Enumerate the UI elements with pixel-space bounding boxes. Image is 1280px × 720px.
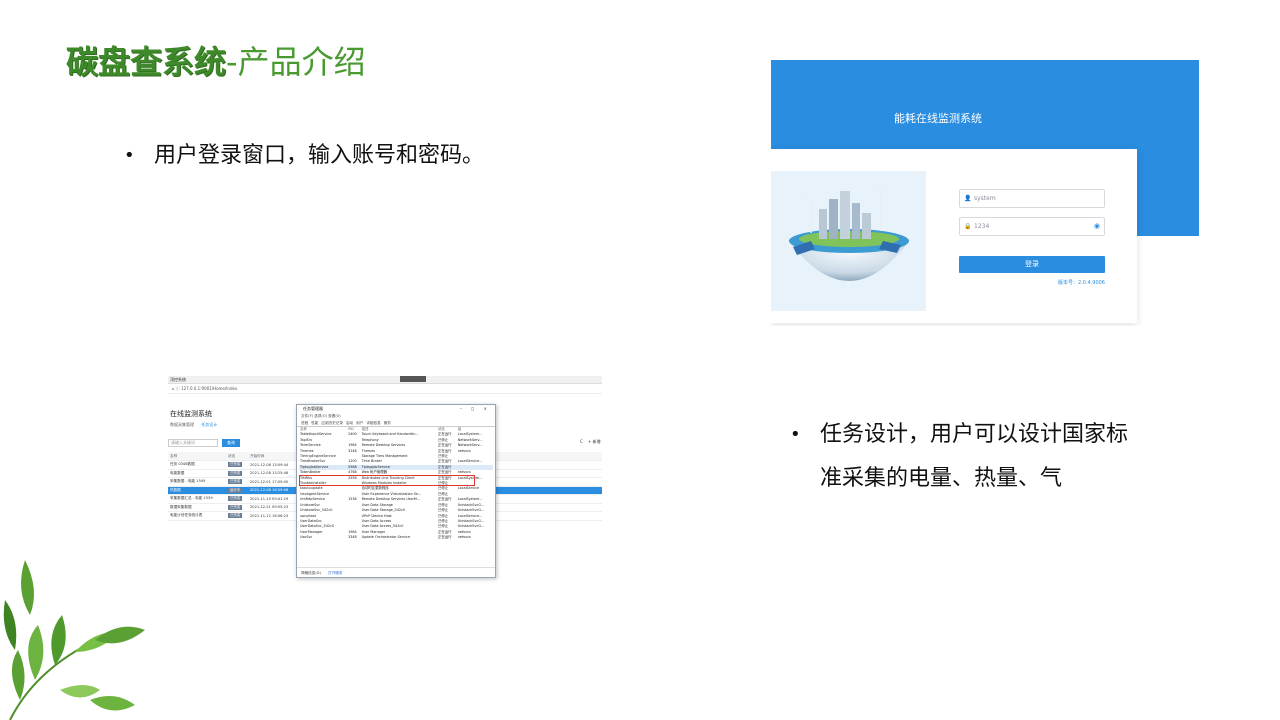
lock-icon: 🔒 <box>964 223 972 230</box>
search-input[interactable]: 请输入关键词 <box>168 439 218 447</box>
service-pid: 3348 <box>348 535 357 540</box>
page-title: 碳盘查系统-产品介绍 <box>66 40 366 84</box>
row-status: 已完成 <box>226 503 248 512</box>
status-badge: 已完成 <box>228 479 243 485</box>
tm-tab[interactable]: 性能 <box>311 421 318 425</box>
window-controls[interactable]: – ◻ × <box>460 405 491 413</box>
service-row[interactable]: UnistoreSvc_542c0 User Data Storage_542c0… <box>299 508 493 513</box>
row-status: 已完成 <box>226 469 248 478</box>
service-status: 正在运行 <box>437 535 452 540</box>
eye-icon[interactable]: ◉ <box>1094 218 1100 235</box>
row-status: 已完成 <box>226 477 248 487</box>
password-field[interactable]: 🔒 1234 ◉ <box>959 217 1105 236</box>
open-services-link[interactable]: 打开服务 <box>328 571 342 575</box>
browser-url: 127.0.0.1:9001/Home/Index <box>181 386 238 391</box>
login-system-title: 能耗在线监测系统 <box>894 112 982 125</box>
username-value: system <box>974 195 996 202</box>
bullet-login-text: 用户登录窗口，输入账号和密码。 <box>154 143 485 168</box>
bullet-task-text: 任务设计，用户可以设计国家标准采集的电量、热量、气 <box>820 422 1129 491</box>
page-title-light: -产品介绍 <box>226 43 366 81</box>
refresh-button[interactable]: C <box>580 439 583 444</box>
login-button[interactable]: 登录 <box>959 256 1105 273</box>
browser-tabbar: 顶控系统 <box>168 376 602 384</box>
tm-tab[interactable]: 启动 <box>346 421 353 425</box>
bullet-task: • 任务设计，用户可以设计国家标准采集的电量、热量、气 <box>790 413 1140 501</box>
row-status: 已完成 <box>226 494 248 504</box>
bullet-dot: • <box>790 424 801 445</box>
status-badge: 已完成 <box>228 496 243 502</box>
row-name: 任务 0346数据 <box>168 460 226 470</box>
status-badge: 已完成 <box>228 470 243 476</box>
tm-tab[interactable]: 用户 <box>356 421 363 425</box>
version-label: 版本号：2.0.4.9006 <box>1057 280 1105 286</box>
row-name: 采集数据汇总 - 电能 1539 <box>168 494 226 504</box>
tm-tab[interactable]: 应用历史记录 <box>321 421 343 425</box>
browser-tabbar-dark-block <box>400 376 426 382</box>
tm-tab[interactable]: 服务 <box>384 421 391 425</box>
login-screenshot: 能耗在线监测系统 👤 system 🔒 1234 ◉ 登录 版本号：2.0.4.… <box>771 60 1199 326</box>
bullet-login: • 用户登录窗口，输入账号和密码。 <box>124 134 485 178</box>
row-status: 运行中 <box>226 486 248 495</box>
row-name: 采集数据 - 电能 1549 <box>168 477 226 487</box>
bullet-dot: • <box>124 145 135 166</box>
add-button[interactable]: + 新增 <box>588 439 601 445</box>
row-name: 电能数据 <box>168 469 226 478</box>
col-name: 名称 <box>168 452 226 461</box>
service-row[interactable]: UsoSvc 3348 Update Orchestrator Service 正在运… <box>299 535 493 540</box>
city-globe-icon <box>771 171 926 311</box>
password-value: 1234 <box>974 223 990 230</box>
browser-urlbar[interactable]: ⌂ ⓘ 127.0.0.1:9001/Home/Index <box>168 384 602 394</box>
row-status: 已完成 <box>226 460 248 470</box>
service-row[interactable]: UserDataSvc_542c0 User Data Access_542c0 已… <box>299 524 493 529</box>
city-globe-illustration <box>771 171 926 311</box>
username-field[interactable]: 👤 system <box>959 189 1105 208</box>
subtab-collection[interactable]: 数据采集管理 <box>170 422 194 427</box>
task-manager-window: 任务管理器 – ◻ × 文件(F) 选项(O) 查看(V) 进程 性能 应用历史记录… <box>296 404 496 578</box>
service-group: netsvcs <box>457 535 471 540</box>
leaves-decoration-icon <box>3 560 145 720</box>
row-status: 已完成 <box>226 511 248 521</box>
highlight-box <box>299 475 475 486</box>
status-badge: 已完成 <box>228 504 243 510</box>
task-manager-tabs: 进程 性能 应用历史记录 启动 用户 详细信息 服务 <box>297 420 495 427</box>
fewer-details-link[interactable]: 简略信息(D) <box>301 571 321 575</box>
app-subtabs: 数据采集管理 任务设计 <box>170 422 223 428</box>
task-manager-title: 任务管理器 <box>303 406 323 411</box>
row-name: 数据采集数据 <box>168 503 226 512</box>
tm-tab[interactable]: 进程 <box>301 421 308 425</box>
user-icon: 👤 <box>964 195 972 202</box>
col-status: 状态 <box>226 452 248 461</box>
subtab-task-design[interactable]: 任务设计 <box>201 422 217 427</box>
home-icon[interactable]: ⌂ <box>172 386 175 391</box>
status-badge: 已完成 <box>228 513 243 519</box>
login-card: 👤 system 🔒 1234 ◉ 登录 版本号：2.0.4.9006 <box>771 149 1137 323</box>
page-title-strong: 碳盘查系统 <box>66 43 227 81</box>
status-badge: 运行中 <box>228 487 243 493</box>
service-name: UsoSvc <box>300 535 313 540</box>
task-manager-menu[interactable]: 文件(F) 选项(O) 查看(V) <box>297 413 495 420</box>
search-button[interactable]: 查询 <box>222 439 240 447</box>
row-name: 热数据 <box>168 486 226 495</box>
browser-tab[interactable]: 顶控系统 <box>170 377 186 383</box>
status-badge: 已完成 <box>228 462 243 468</box>
task-manager-titlebar: 任务管理器 – ◻ × <box>297 405 495 413</box>
row-name: 电能计划任务统计表 <box>168 511 226 521</box>
task-manager-footer: 简略信息(D) 打开服务 <box>297 567 495 577</box>
app-title: 在线监测系统 <box>170 410 212 418</box>
tm-tab[interactable]: 详细信息 <box>366 421 380 425</box>
service-desc: Update Orchestrator Service <box>361 535 411 540</box>
